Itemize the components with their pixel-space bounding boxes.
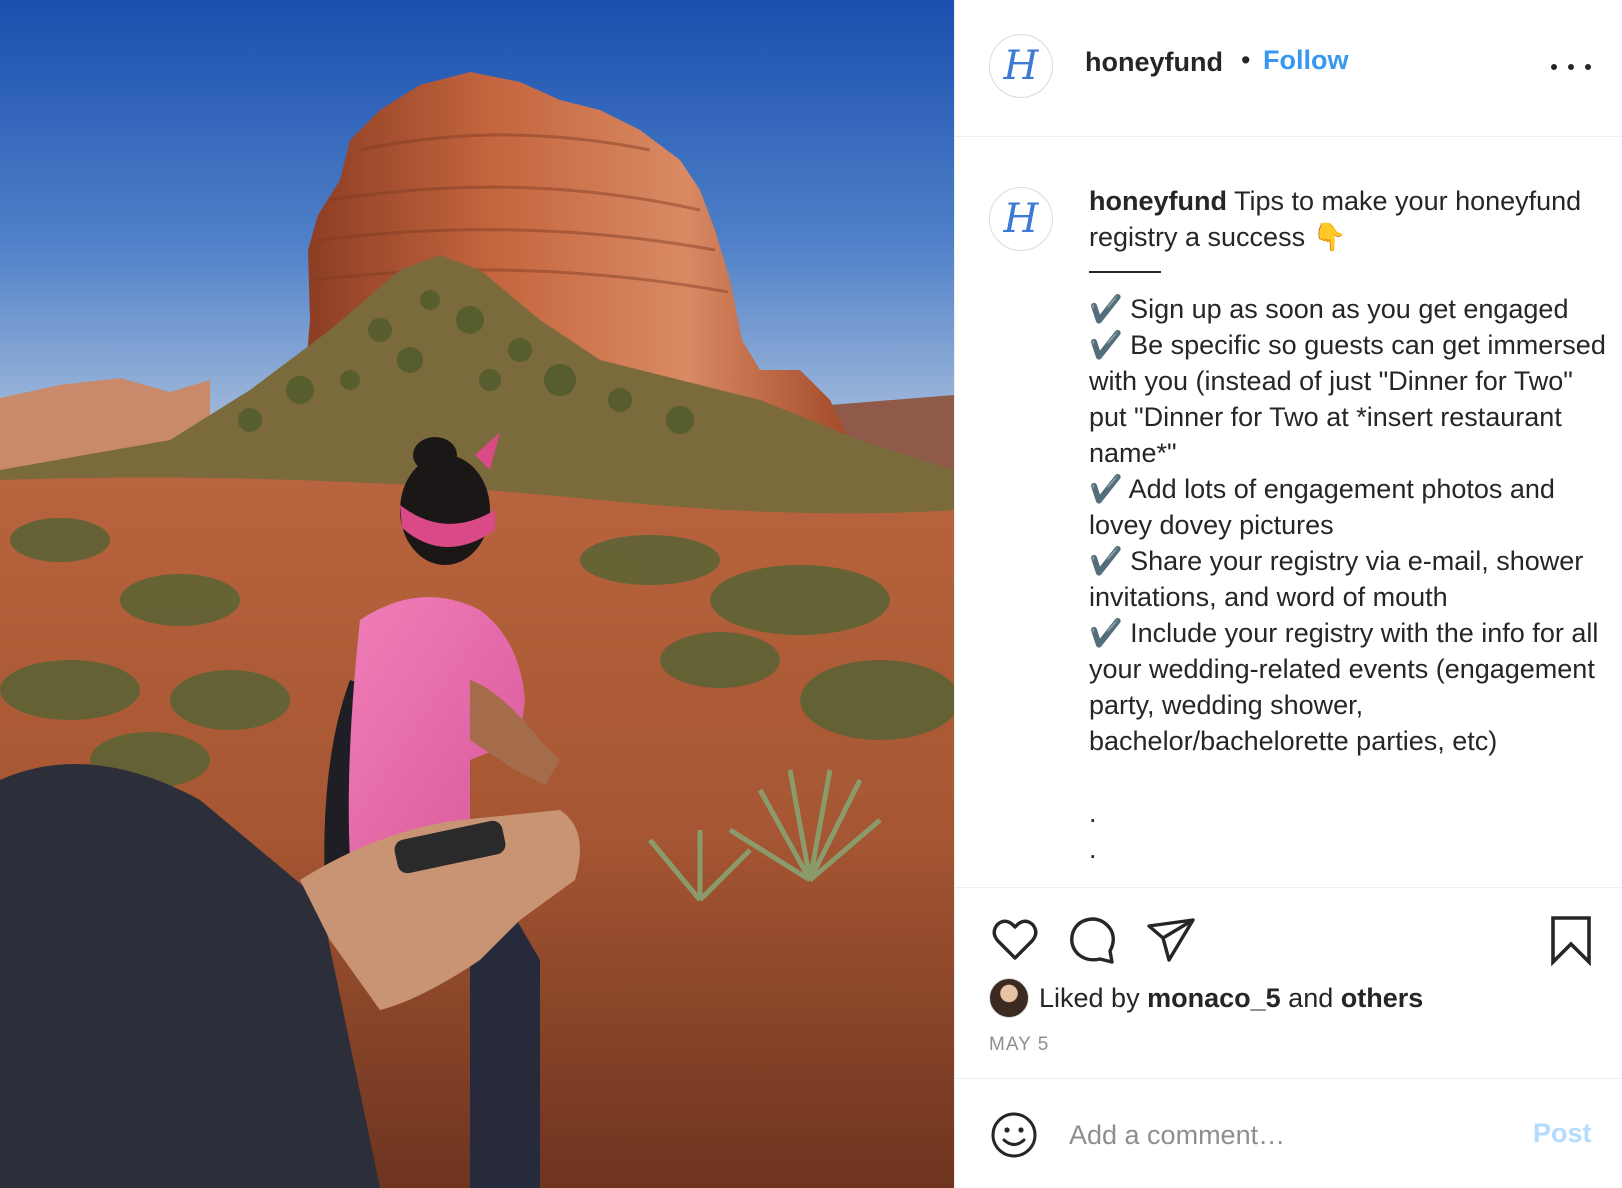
more-dot xyxy=(1551,64,1557,70)
likes-middle: and xyxy=(1288,982,1334,1013)
avatar-monogram: H xyxy=(1003,43,1039,89)
smiley-icon[interactable] xyxy=(989,1110,1039,1160)
more-options-icon[interactable] xyxy=(1551,52,1591,82)
follow-button[interactable]: Follow xyxy=(1263,45,1348,76)
comment-composer: Post xyxy=(955,1080,1622,1188)
likes-others-link[interactable]: others xyxy=(1341,983,1424,1014)
post-photo[interactable] xyxy=(0,0,954,1188)
caption-text: honeyfund Tips to make your honeyfund re… xyxy=(1089,183,1609,867)
bookmark-icon[interactable] xyxy=(1545,914,1597,966)
profile-avatar[interactable]: H xyxy=(989,34,1053,98)
comment-bubble-icon[interactable] xyxy=(1067,914,1119,966)
caption-body: ✔️ Sign up as soon as you get engaged ✔️… xyxy=(1089,294,1606,864)
more-dot xyxy=(1568,64,1574,70)
post-detail-panel: H honeyfund • Follow H honeyfund Tips to… xyxy=(954,0,1622,1188)
header-username[interactable]: honeyfund xyxy=(1085,47,1223,78)
likes-summary: Liked by monaco_5 and others xyxy=(989,978,1423,1018)
caption-username[interactable]: honeyfund xyxy=(1089,186,1227,216)
likes-prefix: Liked by xyxy=(1039,982,1140,1013)
separator-dot: • xyxy=(1241,45,1251,75)
heart-icon[interactable] xyxy=(989,914,1041,966)
post-comment-button[interactable]: Post xyxy=(1533,1118,1592,1149)
more-dot xyxy=(1585,64,1591,70)
post-date[interactable]: MAY 5 xyxy=(989,1034,1049,1056)
post-actions: Liked by monaco_5 and others MAY 5 xyxy=(955,887,1622,1079)
liker-avatar[interactable] xyxy=(989,978,1029,1018)
comment-input[interactable] xyxy=(1069,1110,1499,1160)
caption-area: H honeyfund Tips to make your honeyfund … xyxy=(955,137,1622,887)
sedona-hike-photo xyxy=(0,0,954,1188)
liker-username[interactable]: monaco_5 xyxy=(1147,983,1281,1014)
avatar-monogram: H xyxy=(1003,196,1039,242)
post-header: H honeyfund • Follow xyxy=(955,0,1622,137)
paper-plane-icon[interactable] xyxy=(1145,914,1197,966)
caption-divider xyxy=(1089,271,1161,273)
caption-avatar[interactable]: H xyxy=(989,187,1053,251)
